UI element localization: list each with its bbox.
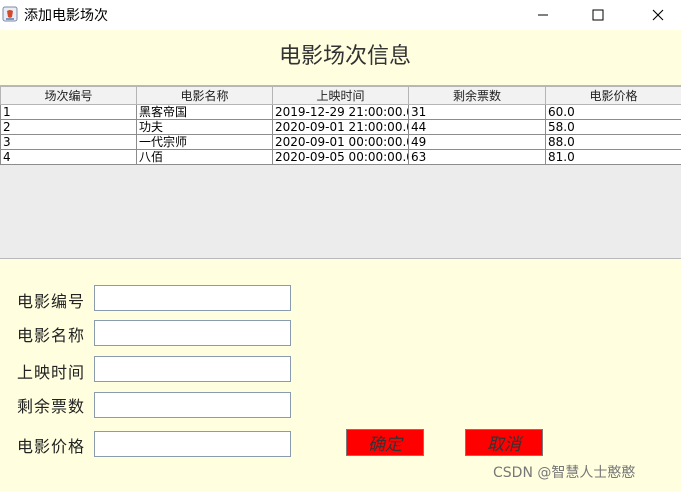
table-row[interactable]: 2 功夫 2020-09-01 21:00:00.0 44 58.0 bbox=[0, 119, 681, 135]
table-cell[interactable]: 功夫 bbox=[136, 119, 273, 135]
table-cell[interactable]: 88.0 bbox=[545, 134, 681, 150]
table-cell[interactable]: 60.0 bbox=[545, 104, 681, 120]
watermark: CSDN @智慧人士憨憨 bbox=[493, 465, 636, 481]
table-cell[interactable]: 81.0 bbox=[545, 149, 681, 165]
cancel-button[interactable]: 取消 bbox=[465, 429, 543, 456]
movie-id-input[interactable] bbox=[94, 285, 291, 311]
remaining-tickets-input[interactable] bbox=[94, 392, 291, 418]
table-cell[interactable]: 一代宗师 bbox=[136, 134, 273, 150]
movie-name-input[interactable] bbox=[94, 320, 291, 346]
page-heading: 电影场次信息 bbox=[278, 44, 411, 69]
table-row[interactable]: 3 一代宗师 2020-09-01 00:00:00.0 49 88.0 bbox=[0, 134, 681, 150]
show-time-input[interactable] bbox=[94, 356, 291, 382]
java-icon bbox=[2, 6, 18, 22]
table-cell[interactable]: 1 bbox=[0, 104, 137, 120]
table-cell[interactable]: 黑客帝国 bbox=[136, 104, 273, 120]
screening-table[interactable]: 场次编号 电影名称 上映时间 剩余票数 电影价格 1 黑客帝国 2019-12-… bbox=[0, 86, 681, 165]
screening-table-panel[interactable]: 场次编号 电影名称 上映时间 剩余票数 电影价格 1 黑客帝国 2019-12-… bbox=[0, 85, 681, 259]
main-panel: 电影场次信息 场次编号 电影名称 上映时间 剩余票数 电影价格 1 黑客帝国 2 bbox=[0, 30, 681, 492]
table-cell[interactable]: 2019-12-29 21:00:00.0 bbox=[272, 104, 409, 120]
movie-name-label: 电影名称 bbox=[17, 326, 86, 345]
table-cell[interactable]: 49 bbox=[408, 134, 546, 150]
table-cell[interactable]: 2020-09-05 00:00:00.0 bbox=[272, 149, 409, 165]
close-icon bbox=[652, 9, 664, 21]
table-cell[interactable]: 2020-09-01 00:00:00.0 bbox=[272, 134, 409, 150]
table-cell[interactable]: 2 bbox=[0, 119, 137, 135]
table-row[interactable]: 1 黑客帝国 2019-12-29 21:00:00.0 31 60.0 bbox=[0, 104, 681, 120]
table-cell[interactable]: 63 bbox=[408, 149, 546, 165]
table-header-row: 场次编号 电影名称 上映时间 剩余票数 电影价格 bbox=[0, 86, 681, 105]
maximize-button[interactable] bbox=[575, 0, 621, 30]
movie-id-label: 电影编号 bbox=[17, 292, 86, 311]
column-header-movie-name[interactable]: 电影名称 bbox=[136, 86, 273, 105]
column-header-session-id[interactable]: 场次编号 bbox=[0, 86, 137, 105]
window-title: 添加电影场次 bbox=[24, 8, 108, 24]
table-cell[interactable]: 2020-09-01 21:00:00.0 bbox=[272, 119, 409, 135]
movie-price-input[interactable] bbox=[94, 431, 291, 457]
table-cell[interactable]: 3 bbox=[0, 134, 137, 150]
table-cell[interactable]: 31 bbox=[408, 104, 546, 120]
confirm-button[interactable]: 确定 bbox=[346, 429, 424, 456]
column-header-price[interactable]: 电影价格 bbox=[545, 86, 681, 105]
column-header-remaining-tickets[interactable]: 剩余票数 bbox=[408, 86, 546, 105]
title-bar: 添加电影场次 bbox=[0, 0, 681, 30]
movie-price-label: 电影价格 bbox=[17, 437, 86, 456]
remaining-tickets-label: 剩余票数 bbox=[17, 397, 86, 416]
table-cell[interactable]: 58.0 bbox=[545, 119, 681, 135]
minimize-button[interactable] bbox=[520, 0, 566, 30]
minimize-icon bbox=[538, 14, 548, 16]
maximize-icon bbox=[592, 9, 604, 21]
column-header-show-time[interactable]: 上映时间 bbox=[272, 86, 409, 105]
table-cell[interactable]: 八佰 bbox=[136, 149, 273, 165]
table-cell[interactable]: 44 bbox=[408, 119, 546, 135]
table-cell[interactable]: 4 bbox=[0, 149, 137, 165]
show-time-label: 上映时间 bbox=[17, 363, 86, 382]
close-button[interactable] bbox=[635, 0, 681, 30]
table-row[interactable]: 4 八佰 2020-09-05 00:00:00.0 63 81.0 bbox=[0, 149, 681, 165]
